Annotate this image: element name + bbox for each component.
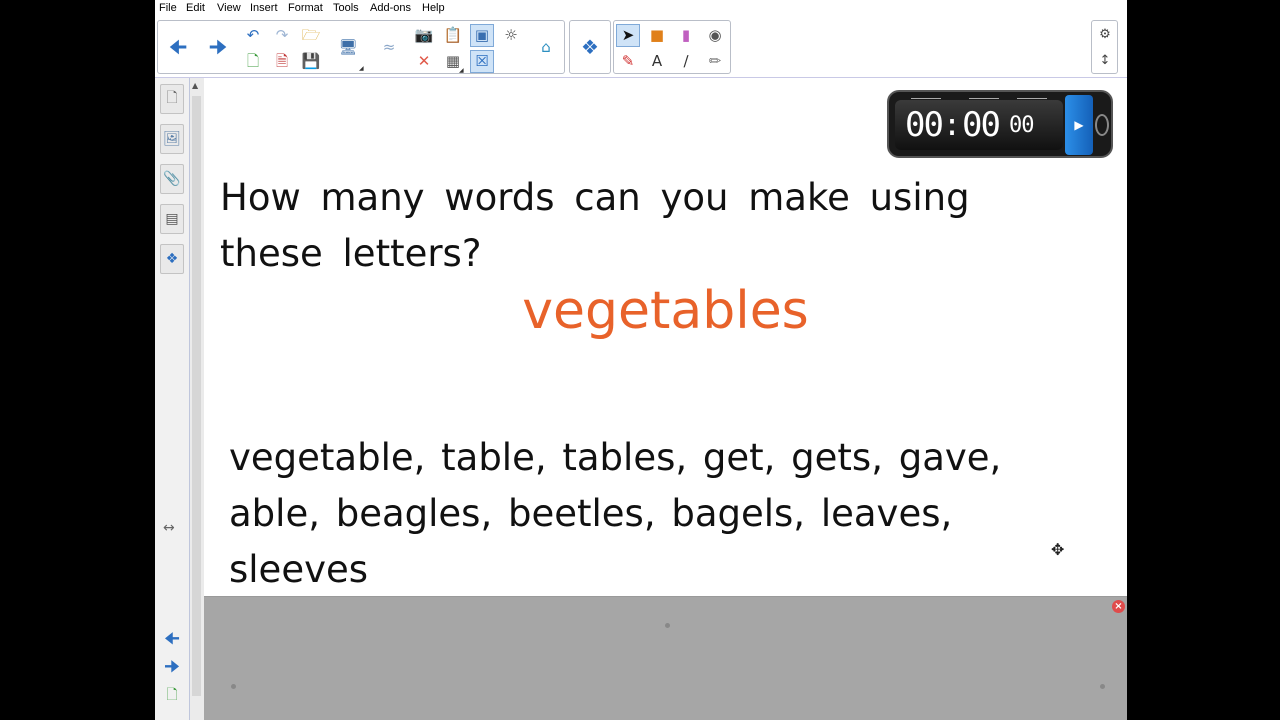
timer-knob[interactable] bbox=[1095, 114, 1109, 136]
clipboard-icon[interactable]: 📋 bbox=[441, 24, 465, 47]
screen-shade-icon[interactable]: ▣ bbox=[470, 24, 494, 47]
camera-icon[interactable]: 📷 bbox=[412, 24, 436, 47]
left-browser-strip: 🗋 🖼 📎 ▤ ❖ ↔ 🠈 🠊 🗋 bbox=[155, 78, 190, 720]
panel-handle-top[interactable] bbox=[665, 623, 670, 628]
next-page-arrow-icon[interactable]: 🠊 bbox=[160, 657, 184, 678]
main-toolbar: 🠈 🠊 ↶ ↷ 🗁 🗋 🗎 💾 🖥 ◢ ≈ 📷 📋 ▣ ☼ ✕ ▦ ◢ ☒ ⌂ … bbox=[155, 17, 1127, 78]
add-page-icon[interactable]: 🗋 bbox=[160, 686, 184, 706]
gear-icon[interactable]: ⚙ bbox=[1093, 23, 1117, 46]
toolbar-group-tools: ➤ ■ ▮ ◉ ✎ A ∕ ✏ bbox=[613, 20, 731, 74]
redo-icon[interactable]: ↷ bbox=[270, 24, 294, 47]
panel-handle-left[interactable] bbox=[231, 684, 236, 689]
select-pointer-icon[interactable]: ➤ bbox=[616, 24, 640, 47]
menu-insert[interactable]: Insert bbox=[250, 2, 278, 15]
timer-seconds: 00 bbox=[962, 105, 1001, 145]
spotlight-icon[interactable]: ☼ bbox=[499, 24, 523, 47]
resize-handle-icon[interactable]: ↔ bbox=[163, 520, 175, 536]
new-flipchart-icon[interactable]: 🗋 bbox=[241, 50, 265, 73]
puzzle-piece-icon[interactable]: ❖ bbox=[574, 24, 606, 70]
close-icon[interactable]: × bbox=[1112, 600, 1125, 613]
page-browser-icon[interactable]: 🗋 bbox=[160, 84, 184, 114]
timer-centiseconds-setter[interactable] bbox=[1017, 94, 1047, 99]
menu-file[interactable]: File bbox=[159, 2, 177, 15]
line-tool-icon[interactable]: ∕ bbox=[674, 50, 698, 73]
menu-bar: File Edit View Insert Format Tools Add-o… bbox=[155, 0, 1127, 17]
timer-display: 00 : 00 00 bbox=[895, 100, 1063, 150]
toolbar-settings-group: ⚙ ↕ bbox=[1091, 20, 1118, 74]
clear-icon[interactable]: ✕ bbox=[412, 50, 436, 73]
shapes-icon[interactable]: ■ bbox=[645, 24, 669, 47]
keyword-text: vegetables bbox=[522, 281, 809, 341]
menu-edit[interactable]: Edit bbox=[186, 2, 205, 15]
close-box-icon[interactable]: ☒ bbox=[470, 50, 494, 73]
scrollbar-thumb[interactable] bbox=[192, 96, 201, 696]
scroll-up-icon[interactable]: ▲ bbox=[192, 81, 198, 90]
properties-icon[interactable]: ▤ bbox=[160, 204, 184, 234]
open-folder-icon[interactable]: 🗁 bbox=[299, 24, 323, 47]
menu-view[interactable]: View bbox=[217, 2, 241, 15]
toolbar-group-main: 🠈 🠊 ↶ ↷ 🗁 🗋 🗎 💾 🖥 ◢ ≈ 📷 📋 ▣ ☼ ✕ ▦ ◢ ☒ ⌂ bbox=[157, 20, 565, 74]
toolbar-group-addon: ❖ bbox=[569, 20, 611, 74]
table-dropdown-icon[interactable]: ◢ bbox=[459, 67, 464, 74]
menu-add-ons[interactable]: Add-ons bbox=[370, 2, 411, 15]
next-page-icon[interactable]: 🠊 bbox=[202, 24, 234, 70]
previous-page-arrow-icon[interactable]: 🠈 bbox=[160, 629, 184, 650]
flipchart-app: File Edit View Insert Format Tools Add-o… bbox=[155, 0, 1127, 720]
network-signal-icon[interactable]: ≈ bbox=[377, 36, 401, 59]
timer-minutes: 00 bbox=[905, 105, 944, 145]
timer-seconds-setter[interactable] bbox=[969, 94, 999, 99]
attachments-icon[interactable]: 📎 bbox=[160, 164, 184, 194]
pen-icon[interactable]: ✎ bbox=[616, 50, 640, 73]
panel-handle-right[interactable] bbox=[1100, 684, 1105, 689]
text-tool-icon[interactable]: A bbox=[645, 50, 669, 73]
desktop-tools-icon[interactable]: 🖥 bbox=[336, 36, 360, 59]
save-icon[interactable]: 💾 bbox=[299, 50, 323, 73]
timer-minutes-setter[interactable] bbox=[911, 94, 941, 99]
previous-page-icon[interactable]: 🠈 bbox=[162, 24, 194, 70]
highlighter-icon[interactable]: ✏ bbox=[703, 50, 727, 73]
eraser-icon[interactable]: ▮ bbox=[674, 24, 698, 47]
menu-help[interactable]: Help bbox=[422, 2, 445, 15]
menu-tools[interactable]: Tools bbox=[333, 2, 359, 15]
timer-colon: : bbox=[942, 107, 962, 143]
timer-centiseconds: 00 bbox=[1008, 112, 1034, 138]
desktop-tools-dropdown-icon[interactable]: ◢ bbox=[359, 65, 364, 72]
flipchart-page: How many words can you make using these … bbox=[204, 78, 1127, 720]
play-icon[interactable]: ▶ bbox=[1065, 95, 1093, 155]
undo-icon[interactable]: ↶ bbox=[241, 24, 265, 47]
answer-text: vegetable, table, tables, get, gets, gav… bbox=[229, 436, 1002, 591]
countdown-timer[interactable]: 00 : 00 00 ▶ bbox=[887, 90, 1113, 158]
menu-format[interactable]: Format bbox=[288, 2, 323, 15]
reset-page-icon[interactable]: 🗎 bbox=[270, 50, 294, 73]
reveal-panel[interactable]: × bbox=[204, 596, 1127, 720]
addons-browser-icon[interactable]: ❖ bbox=[160, 244, 184, 274]
move-cursor-icon: ✥ bbox=[1051, 540, 1065, 559]
vertical-scrollbar[interactable]: ▲ bbox=[190, 78, 204, 720]
resource-browser-icon[interactable]: 🖼 bbox=[160, 124, 184, 154]
home-icon[interactable]: ⌂ bbox=[534, 36, 558, 59]
question-text: How many words can you make using these … bbox=[220, 176, 970, 275]
fill-icon[interactable]: ◉ bbox=[703, 24, 727, 47]
move-toolbar-icon[interactable]: ↕ bbox=[1093, 49, 1117, 72]
